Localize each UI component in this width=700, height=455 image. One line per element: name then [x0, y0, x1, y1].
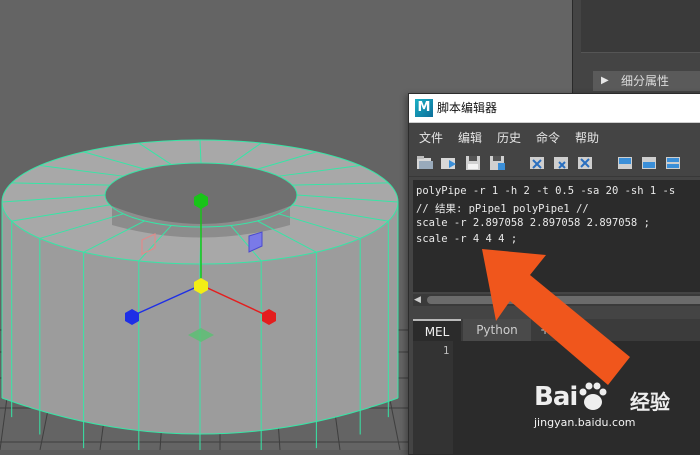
clear-history-icon[interactable]	[528, 154, 546, 172]
menu-bar: 文件 编辑 历史 命令 帮助	[409, 124, 700, 148]
show-history-only-icon[interactable]	[616, 154, 634, 172]
save-script-icon[interactable]	[464, 154, 482, 172]
watermark-brand: Bai	[534, 382, 578, 412]
line-number-gutter	[413, 341, 453, 454]
subdivision-attributes-section[interactable]: ▶ 细分属性	[593, 71, 700, 91]
watermark-url: jingyan.baidu.com	[534, 416, 636, 429]
line-number: 1	[443, 345, 450, 357]
section-label: 细分属性	[621, 74, 670, 88]
history-line: // 结果: pPipe1 polyPipe1 //	[416, 203, 589, 215]
scroll-left-icon[interactable]: ◀	[414, 294, 421, 306]
menu-help[interactable]: 帮助	[575, 129, 599, 146]
expand-arrow-icon[interactable]: ▶	[601, 71, 609, 91]
history-line: scale -r 4 4 4 ;	[416, 233, 518, 245]
show-input-only-icon[interactable]	[640, 154, 658, 172]
save-script-to-shelf-icon[interactable]	[488, 154, 506, 172]
source-script-icon[interactable]	[440, 154, 458, 172]
history-line: polyPipe -r 1 -h 2 -t 0.5 -sa 20 -sh 1 -…	[416, 185, 676, 197]
window-title: 脚本编辑器	[437, 101, 498, 115]
paw-logo-icon	[579, 382, 607, 410]
menu-edit[interactable]: 编辑	[458, 129, 482, 146]
window-titlebar[interactable]: M 脚本编辑器	[409, 94, 700, 123]
baidu-jingyan-watermark: Bai 经验 jingyan.baidu.com	[530, 372, 700, 432]
open-script-icon[interactable]	[416, 154, 434, 172]
clear-input-icon[interactable]	[552, 154, 570, 172]
clear-all-icon[interactable]	[576, 154, 594, 172]
attribute-panel-header	[581, 0, 700, 53]
show-both-icon[interactable]	[664, 154, 682, 172]
toolbar	[409, 150, 700, 177]
watermark-brand-jingyan: 经验	[630, 390, 670, 414]
tab-mel[interactable]: MEL	[413, 319, 461, 341]
menu-command[interactable]: 命令	[536, 129, 560, 146]
maya-logo-icon: M	[415, 99, 433, 117]
menu-file[interactable]: 文件	[419, 129, 443, 146]
history-line: scale -r 2.897058 2.897058 2.897058 ;	[416, 217, 650, 229]
menu-history[interactable]: 历史	[497, 129, 521, 146]
